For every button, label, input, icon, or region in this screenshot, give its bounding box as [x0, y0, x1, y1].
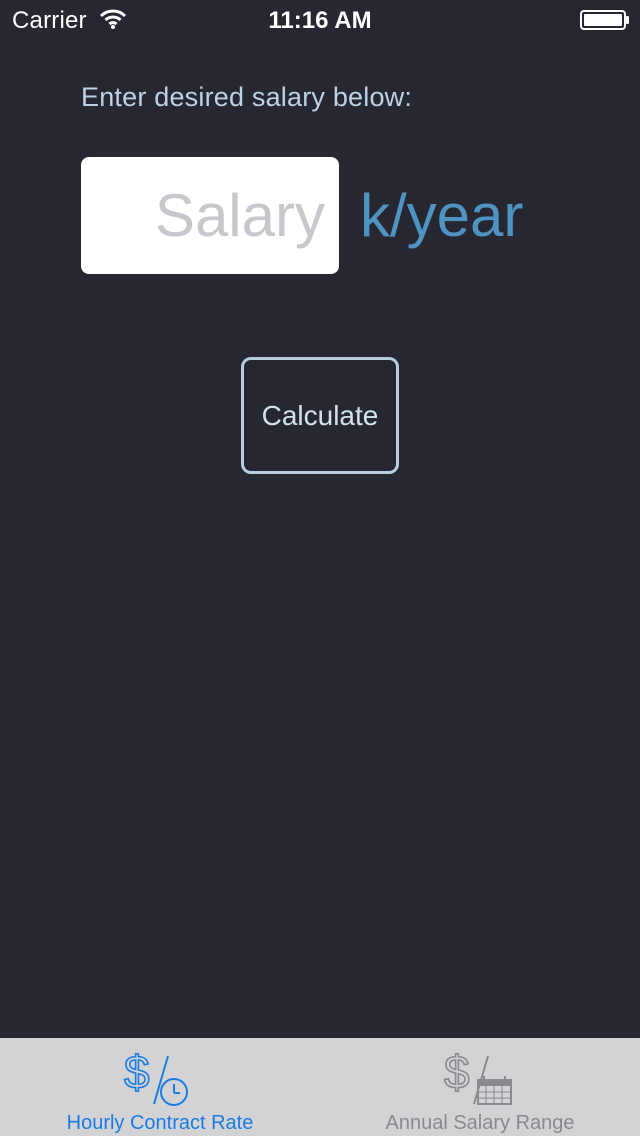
dollar-calendar-icon: $	[443, 1048, 512, 1105]
tab-label: Hourly Contract Rate	[66, 1112, 254, 1134]
tab-label: Annual Salary Range	[385, 1112, 575, 1134]
tab-annual-salary-range[interactable]: $ Annual Salary Range	[320, 1038, 640, 1136]
status-time: 11:16 AM	[268, 7, 372, 34]
svg-text:$: $	[124, 1048, 150, 1098]
calculate-button[interactable]: Calculate	[241, 357, 399, 474]
svg-text:$: $	[444, 1048, 470, 1098]
tab-hourly-contract-rate[interactable]: $ Hourly Contract Rate	[0, 1038, 320, 1136]
salary-input[interactable]	[81, 157, 339, 274]
status-bar: Carrier 11:16 AM	[0, 0, 640, 40]
salary-prompt: Enter desired salary below:	[81, 82, 413, 112]
tab-bar: $ Hourly Contract Rate $ Annual Salary R…	[0, 1038, 640, 1136]
battery-icon	[580, 10, 629, 30]
unit-label: k/year	[360, 182, 524, 249]
dollar-clock-icon: $	[123, 1048, 188, 1106]
